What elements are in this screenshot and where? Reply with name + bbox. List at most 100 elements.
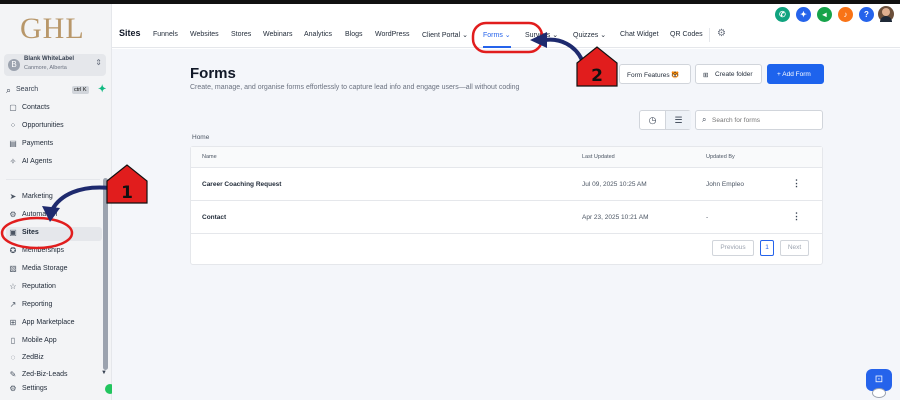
- quick-add-icon[interactable]: ✦: [98, 84, 106, 95]
- form-features-label: Form Features 🐯: [627, 72, 680, 79]
- sidebar-item-label: Contacts: [22, 104, 50, 111]
- page-number-button[interactable]: 1: [760, 240, 774, 256]
- phone-icon[interactable]: ✆: [775, 7, 790, 22]
- bell-icon[interactable]: ♪: [838, 7, 853, 22]
- column-header-name: Name: [202, 154, 217, 160]
- sidebar-item-settings[interactable]: ⚙ Settings: [6, 383, 102, 397]
- app-logo[interactable]: GHL: [20, 12, 85, 46]
- table-row[interactable]: Contact Apr 23, 2025 10:21 AM - ⋮: [191, 201, 822, 234]
- sidebar: GHL B Blank WhiteLabel Canmore, Alberta …: [0, 4, 112, 400]
- avatar-body: [880, 16, 892, 22]
- sidebar-item-zed-biz-leads[interactable]: ✎ Zed-Biz-Leads: [6, 369, 102, 383]
- support-bubble[interactable]: [872, 388, 886, 398]
- scroll-down-icon[interactable]: ▼: [101, 370, 107, 376]
- forms-search-input[interactable]: [712, 114, 818, 127]
- more-options-icon[interactable]: ⋮: [792, 211, 801, 222]
- column-header-last-updated: Last Updated: [582, 154, 615, 160]
- tab-stores[interactable]: Stores: [231, 31, 251, 38]
- tab-chat-widget[interactable]: Chat Widget: [620, 31, 659, 38]
- sidebar-item-label: Opportunities: [22, 122, 64, 129]
- sidebar-item-label: ZedBiz: [22, 354, 44, 361]
- clock-icon[interactable]: ◷: [640, 111, 666, 129]
- tab-analytics[interactable]: Analytics: [304, 31, 332, 38]
- tab-websites[interactable]: Websites: [190, 31, 219, 38]
- sidebar-scrollbar[interactable]: [103, 178, 108, 370]
- ai-agents-icon: ✧: [9, 157, 17, 166]
- sidebar-item-label: AI Agents: [22, 158, 52, 165]
- account-switcher[interactable]: B Blank WhiteLabel Canmore, Alberta ⇕: [4, 54, 106, 76]
- sidebar-item-payments[interactable]: ▤ Payments: [6, 138, 102, 152]
- sidebar-item-label: Reputation: [22, 283, 56, 290]
- sidebar-item-marketing[interactable]: ➤ Marketing: [6, 191, 102, 205]
- sidebar-item-ai-agents[interactable]: ✧ AI Agents: [6, 156, 102, 170]
- main-content: Forms Create, manage, and organise forms…: [112, 49, 900, 400]
- sidebar-item-mobile-app[interactable]: ▯ Mobile App: [6, 335, 102, 349]
- forms-table: Name Last Updated Updated By Career Coac…: [190, 146, 823, 265]
- forms-search: ⌕: [695, 110, 823, 130]
- sidebar-item-app-marketplace[interactable]: ⊞ App Marketplace: [6, 317, 102, 331]
- breadcrumb[interactable]: Home: [192, 134, 209, 141]
- sidebar-divider: [6, 179, 100, 180]
- sidebar-item-label: Sites: [22, 229, 39, 236]
- megaphone-icon[interactable]: ◂: [817, 7, 832, 22]
- sidebar-item-automation[interactable]: ⚙ Automation: [6, 209, 102, 223]
- form-name[interactable]: Contact: [202, 214, 226, 221]
- table-row[interactable]: Career Coaching Request Jul 09, 2025 10:…: [191, 168, 822, 201]
- settings-icon: ⚙: [9, 384, 17, 393]
- sidebar-item-sites[interactable]: ▣ Sites: [6, 227, 102, 241]
- sidebar-item-label: Mobile App: [22, 337, 57, 344]
- tab-webinars[interactable]: Webinars: [263, 31, 292, 38]
- help-icon[interactable]: ?: [859, 7, 874, 22]
- sidebar-item-contacts[interactable]: ▢ Contacts: [6, 102, 102, 116]
- add-form-label: + Add Form: [777, 71, 811, 78]
- avatar-face: [882, 8, 890, 16]
- marketing-icon: ➤: [9, 192, 17, 201]
- magic-wand-icon[interactable]: ✦: [796, 7, 811, 22]
- create-folder-label: Create folder: [715, 71, 753, 78]
- next-page-button[interactable]: Next: [780, 240, 809, 256]
- gear-icon[interactable]: ⚙: [717, 28, 726, 39]
- search-icon: ⌕: [6, 85, 12, 95]
- zedbiz-icon: ◌: [10, 353, 16, 362]
- contacts-icon: ▢: [9, 103, 17, 112]
- sites-icon: ▣: [9, 228, 17, 237]
- previous-page-button[interactable]: Previous: [712, 240, 754, 256]
- form-last-updated: Jul 09, 2025 10:25 AM: [582, 181, 647, 188]
- sidebar-item-opportunities[interactable]: ⁘ Opportunities: [6, 120, 102, 134]
- search-icon: ⌕: [702, 115, 707, 124]
- form-features-button[interactable]: Form Features 🐯: [619, 64, 691, 84]
- sidebar-search[interactable]: ⌕ Search ctrl K ✦: [4, 84, 106, 98]
- sidebar-item-zedbiz[interactable]: ◌ ZedBiz: [6, 352, 102, 366]
- form-updated-by: John Empleo: [706, 181, 744, 188]
- active-tab-indicator: [483, 46, 511, 48]
- sidebar-item-memberships[interactable]: ✪ Memberships: [6, 245, 102, 259]
- create-folder-button[interactable]: ⊞ Create folder: [695, 64, 762, 84]
- more-options-icon[interactable]: ⋮: [792, 178, 801, 189]
- tab-qr-codes[interactable]: QR Codes: [670, 31, 703, 38]
- sidebar-item-label: Zed-Biz-Leads: [22, 371, 68, 378]
- chevron-updown-icon: ⇕: [95, 58, 102, 67]
- list-view-icon[interactable]: ☰: [666, 111, 691, 129]
- user-avatar[interactable]: [878, 6, 894, 22]
- sidebar-item-label: Memberships: [22, 247, 65, 254]
- account-avatar: B: [8, 59, 20, 71]
- mobile-app-icon: ▯: [10, 336, 16, 345]
- sidebar-item-label: Payments: [22, 140, 54, 147]
- account-name: Blank WhiteLabel: [24, 56, 75, 62]
- page-subtitle: Create, manage, and organise forms effor…: [190, 84, 520, 91]
- tab-wordpress[interactable]: WordPress: [375, 31, 410, 38]
- tab-blogs[interactable]: Blogs: [345, 31, 363, 38]
- tab-forms[interactable]: Forms ⌄: [483, 31, 511, 39]
- tab-quizzes[interactable]: Quizzes ⌄: [573, 31, 606, 39]
- sidebar-item-reporting[interactable]: ↗ Reporting: [6, 299, 102, 313]
- sidebar-item-media-storage[interactable]: ▧ Media Storage: [6, 263, 102, 277]
- sidebar-item-label: Media Storage: [22, 265, 68, 272]
- tab-client-portal[interactable]: Client Portal ⌄: [422, 31, 468, 39]
- column-header-updated-by: Updated By: [706, 154, 735, 160]
- form-name[interactable]: Career Coaching Request: [202, 181, 281, 188]
- sidebar-item-reputation[interactable]: ☆ Reputation: [6, 281, 102, 295]
- reporting-icon: ↗: [9, 300, 17, 309]
- tab-funnels[interactable]: Funnels: [153, 31, 178, 38]
- tab-surveys[interactable]: Surveys ⌄: [525, 31, 558, 39]
- add-form-button[interactable]: + Add Form: [767, 64, 824, 84]
